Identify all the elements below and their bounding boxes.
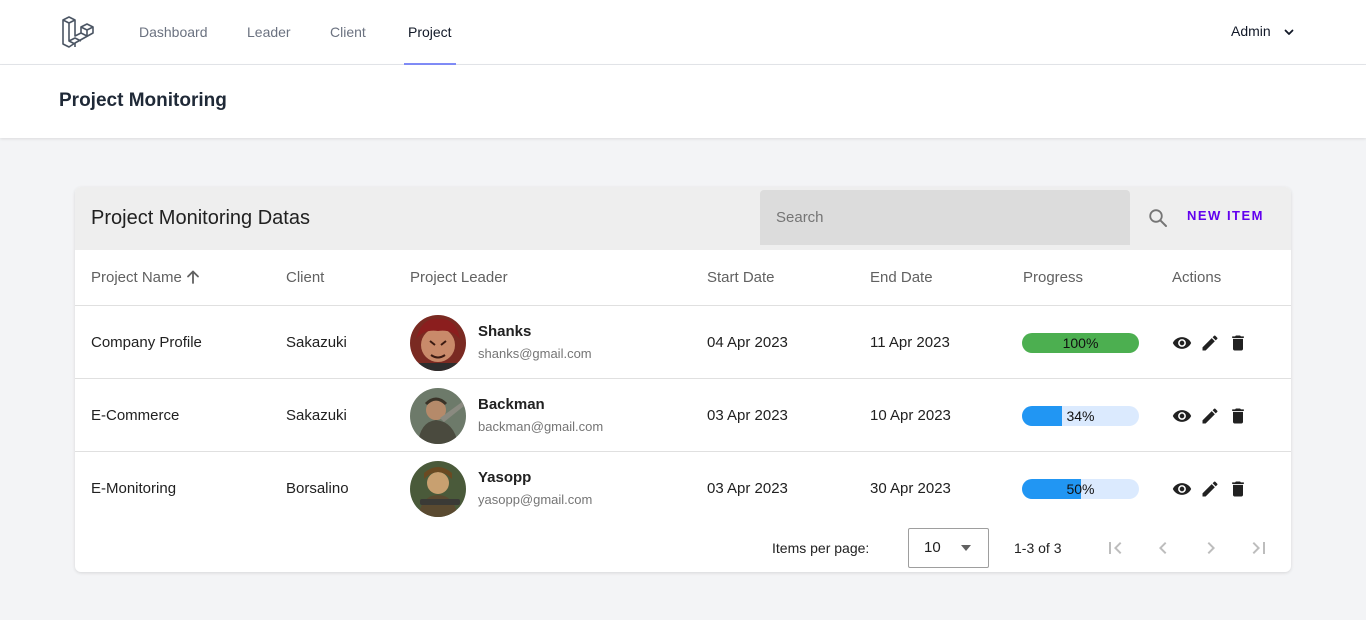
avatar xyxy=(410,461,466,517)
table-footer: Items per page: 10 1-3 of 3 xyxy=(75,524,1291,572)
search-icon[interactable] xyxy=(1148,208,1168,228)
pencil-icon[interactable] xyxy=(1200,406,1220,426)
first-page-icon[interactable] xyxy=(1103,536,1127,560)
table-toolbar: Project Monitoring Datas NEW ITEM xyxy=(75,187,1291,250)
end-date-cell: 30 Apr 2023 xyxy=(870,480,951,497)
end-date-cell: 10 Apr 2023 xyxy=(870,407,951,424)
trash-icon[interactable] xyxy=(1228,479,1248,499)
start-date-cell: 04 Apr 2023 xyxy=(707,334,788,351)
user-menu[interactable]: Admin xyxy=(1231,0,1294,64)
client-cell: Sakazuki xyxy=(286,407,347,424)
leader-name: Backman xyxy=(478,396,545,413)
table-row: E-Commerce Sakazuki Backman backman@gmai… xyxy=(75,379,1291,452)
next-page-icon[interactable] xyxy=(1199,536,1223,560)
nav-client[interactable]: Client xyxy=(330,0,366,65)
last-page-icon[interactable] xyxy=(1247,536,1271,560)
user-menu-label: Admin xyxy=(1231,23,1271,39)
leader-name: Shanks xyxy=(478,323,532,340)
caret-down-icon xyxy=(961,545,971,551)
leader-name: Yasopp xyxy=(478,469,532,486)
table-row: E-Monitoring Borsalino Yasopp yasopp@gma… xyxy=(75,452,1291,525)
chevron-down-icon xyxy=(1284,29,1294,35)
column-header-project-name[interactable]: Project Name xyxy=(91,250,201,306)
items-per-page-select[interactable]: 10 xyxy=(908,528,989,568)
new-item-button[interactable]: NEW ITEM xyxy=(1177,205,1274,227)
progress-label: 100% xyxy=(1062,335,1099,351)
column-header-project-leader[interactable]: Project Leader xyxy=(410,250,508,306)
progress-label: 50% xyxy=(1066,481,1095,497)
client-cell: Sakazuki xyxy=(286,334,347,351)
avatar xyxy=(410,388,466,444)
progress-bar: 50% xyxy=(1022,479,1139,499)
data-table-card: Project Monitoring Datas NEW ITEM Projec… xyxy=(75,187,1291,572)
progress-bar: 100% xyxy=(1022,333,1139,353)
progress-bar: 34% xyxy=(1022,406,1139,426)
nav-project[interactable]: Project xyxy=(404,0,456,65)
leader-email: shanks@gmail.com xyxy=(478,346,592,361)
column-header-client[interactable]: Client xyxy=(286,250,324,306)
eye-icon[interactable] xyxy=(1172,479,1192,499)
prev-page-icon[interactable] xyxy=(1151,536,1175,560)
avatar xyxy=(410,315,466,371)
end-date-cell: 11 Apr 2023 xyxy=(870,334,950,351)
eye-icon[interactable] xyxy=(1172,406,1192,426)
project-name-cell: Company Profile xyxy=(91,334,202,351)
trash-icon[interactable] xyxy=(1228,333,1248,353)
laravel-logo-icon[interactable] xyxy=(61,15,95,49)
start-date-cell: 03 Apr 2023 xyxy=(707,480,788,497)
page-title: Project Monitoring xyxy=(59,90,227,111)
project-name-cell: E-Monitoring xyxy=(91,480,177,497)
leader-email: backman@gmail.com xyxy=(478,419,604,434)
column-header-label: Project Name xyxy=(91,269,182,286)
eye-icon[interactable] xyxy=(1172,333,1192,353)
items-per-page-label: Items per page: xyxy=(772,540,870,556)
start-date-cell: 03 Apr 2023 xyxy=(707,407,788,424)
search-field[interactable] xyxy=(760,190,1130,245)
table-row: Company Profile Sakazuki Shanks shanks@g… xyxy=(75,306,1291,379)
column-header-progress[interactable]: Progress xyxy=(1023,250,1083,306)
arrow-up-icon[interactable] xyxy=(185,269,201,285)
progress-label: 34% xyxy=(1066,408,1095,424)
search-input[interactable] xyxy=(776,190,1116,245)
pencil-icon[interactable] xyxy=(1200,479,1220,499)
page-header: Project Monitoring xyxy=(0,65,1366,138)
leader-email: yasopp@gmail.com xyxy=(478,492,593,507)
trash-icon[interactable] xyxy=(1228,406,1248,426)
table-title: Project Monitoring Datas xyxy=(91,207,310,229)
nav-dashboard[interactable]: Dashboard xyxy=(139,0,208,65)
nav-leader[interactable]: Leader xyxy=(247,0,291,65)
table-header: Project Name Client Project Leader Start… xyxy=(75,250,1291,306)
top-navbar: Dashboard Leader Client Project Admin xyxy=(0,0,1366,65)
client-cell: Borsalino xyxy=(286,480,349,497)
column-header-end-date[interactable]: End Date xyxy=(870,250,933,306)
column-header-actions: Actions xyxy=(1172,269,1222,286)
pencil-icon[interactable] xyxy=(1200,333,1220,353)
pagination-range: 1-3 of 3 xyxy=(1014,540,1062,556)
project-name-cell: E-Commerce xyxy=(91,407,180,424)
column-header-start-date[interactable]: Start Date xyxy=(707,250,775,306)
items-per-page-value: 10 xyxy=(924,539,941,556)
